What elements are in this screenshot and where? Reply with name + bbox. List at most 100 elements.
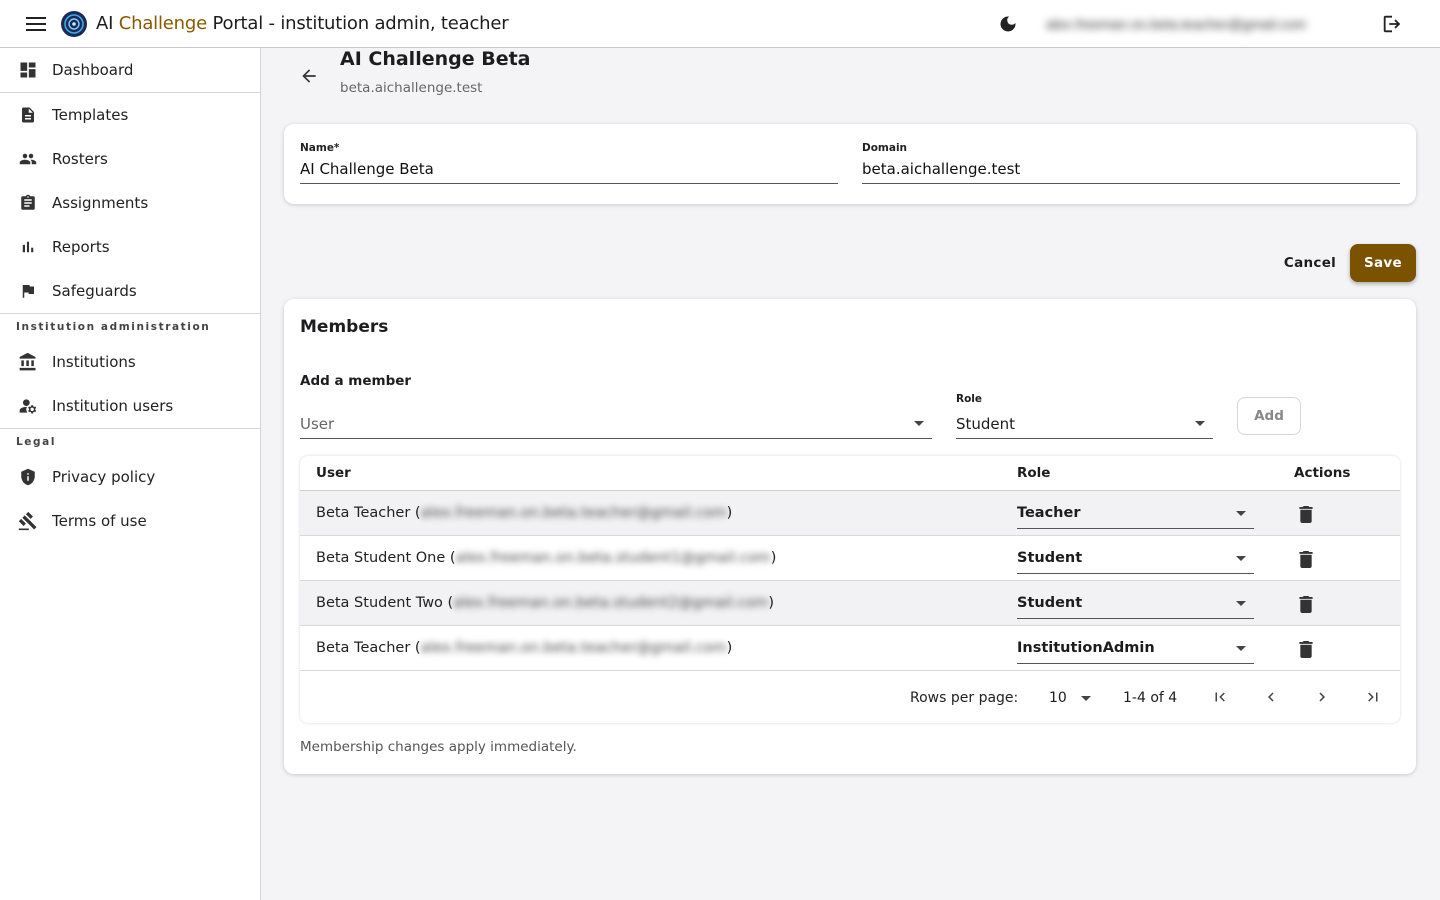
logout-icon[interactable] bbox=[1372, 4, 1412, 44]
member-user: Beta Student Two (alex.freeman.on.beta.s… bbox=[316, 595, 775, 611]
table-row: Beta Teacher (alex.freeman.on.beta.teach… bbox=[300, 491, 1400, 536]
role-select-label: Role bbox=[956, 393, 983, 405]
dashboard-icon bbox=[17, 59, 39, 81]
table-row: Beta Student One (alex.freeman.on.beta.s… bbox=[300, 536, 1400, 581]
column-header-user: User bbox=[316, 465, 351, 481]
clipboard-icon bbox=[17, 192, 39, 214]
next-page-icon[interactable] bbox=[1307, 682, 1337, 712]
sidebar-item-templates[interactable]: Templates bbox=[0, 93, 260, 137]
sidebar-item-assignments[interactable]: Assignments bbox=[0, 181, 260, 225]
sidebar-item-label: Dashboard bbox=[52, 61, 134, 79]
table-pagination: Rows per page: 10 1-4 of 4 bbox=[300, 672, 1400, 723]
sidebar-item-institutions[interactable]: Institutions bbox=[0, 340, 260, 384]
member-name: Beta Teacher bbox=[316, 505, 411, 521]
rows-per-page-label: Rows per page: bbox=[910, 689, 1019, 706]
user-select[interactable]: User bbox=[300, 409, 932, 439]
column-header-role: Role bbox=[1017, 465, 1051, 481]
domain-field-input[interactable]: beta.aichallenge.test bbox=[862, 158, 1400, 184]
caret-down-icon bbox=[1236, 511, 1246, 516]
membership-footnote: Membership changes apply immediately. bbox=[300, 739, 577, 755]
section-heading-admin: Institution administration bbox=[16, 321, 211, 333]
table-header: User Role Actions bbox=[300, 456, 1400, 491]
rows-per-page-select[interactable]: 10 bbox=[1049, 684, 1095, 712]
sidebar-item-label: Assignments bbox=[52, 194, 149, 212]
member-role-select[interactable]: InstitutionAdmin bbox=[1017, 633, 1254, 664]
members-card: Members Add a member User Role Student A… bbox=[284, 299, 1416, 774]
section-heading-legal: Legal bbox=[16, 436, 57, 448]
member-role-select[interactable]: Teacher bbox=[1017, 498, 1254, 529]
previous-page-icon[interactable] bbox=[1256, 682, 1286, 712]
caret-down-icon bbox=[1236, 601, 1246, 606]
member-role-select[interactable]: Student bbox=[1017, 543, 1254, 574]
caret-down-icon bbox=[1236, 556, 1246, 561]
shield-icon bbox=[17, 466, 39, 488]
logo-icon bbox=[60, 10, 88, 38]
app-title-accent: Challenge bbox=[118, 13, 207, 34]
sidebar-item-dashboard[interactable]: Dashboard bbox=[0, 48, 260, 92]
bank-icon bbox=[17, 351, 39, 373]
last-page-icon[interactable] bbox=[1358, 682, 1388, 712]
sidebar-item-rosters[interactable]: Rosters bbox=[0, 137, 260, 181]
sidebar: Dashboard Templates Rosters Assignments … bbox=[0, 48, 261, 900]
member-email: alex.freeman.on.beta.teacher@gmail.com bbox=[420, 505, 727, 521]
user-select-placeholder: User bbox=[300, 414, 335, 433]
member-email: alex.freeman.on.beta.student2@gmail.com bbox=[453, 595, 769, 611]
user-email: alex.freeman.on.beta.teacher@gmail.com bbox=[1046, 16, 1307, 32]
delete-icon[interactable] bbox=[1295, 548, 1317, 570]
first-page-icon[interactable] bbox=[1205, 682, 1235, 712]
page-title: AI Challenge Beta bbox=[340, 48, 531, 70]
role-select-value: Student bbox=[956, 414, 1016, 433]
document-icon bbox=[17, 104, 39, 126]
people-icon bbox=[17, 148, 39, 170]
user-settings-icon bbox=[17, 395, 39, 417]
name-field-input[interactable]: AI Challenge Beta bbox=[300, 158, 838, 184]
institution-form-card: Name* AI Challenge Beta Domain beta.aich… bbox=[284, 124, 1416, 204]
delete-icon[interactable] bbox=[1295, 638, 1317, 660]
members-table: User Role Actions Beta Teacher (alex.fre… bbox=[300, 456, 1400, 723]
cancel-button[interactable]: Cancel bbox=[1277, 248, 1343, 278]
member-role-value: InstitutionAdmin bbox=[1017, 640, 1155, 656]
gavel-icon bbox=[17, 510, 39, 532]
domain-field-label: Domain bbox=[862, 142, 908, 154]
sidebar-item-label: Privacy policy bbox=[52, 468, 156, 486]
bar-chart-icon bbox=[17, 236, 39, 258]
sidebar-item-label: Rosters bbox=[52, 150, 108, 168]
member-name: Beta Student Two bbox=[316, 595, 443, 611]
app-title-prefix: AI bbox=[96, 13, 114, 34]
name-field[interactable]: Name* AI Challenge Beta bbox=[300, 142, 838, 184]
caret-down-icon bbox=[1195, 421, 1205, 426]
members-title: Members bbox=[300, 317, 389, 337]
add-member-button[interactable]: Add bbox=[1237, 397, 1301, 435]
sidebar-item-institution-users[interactable]: Institution users bbox=[0, 384, 260, 428]
member-role-select[interactable]: Student bbox=[1017, 588, 1254, 619]
add-member-title: Add a member bbox=[300, 373, 412, 389]
table-row: Beta Teacher (alex.freeman.on.beta.teach… bbox=[300, 626, 1400, 671]
pagination-range: 1-4 of 4 bbox=[1123, 689, 1178, 706]
app-title-rest: Portal - institution admin, teacher bbox=[212, 13, 509, 34]
sidebar-item-safeguards[interactable]: Safeguards bbox=[0, 269, 260, 313]
save-button[interactable]: Save bbox=[1350, 244, 1416, 282]
menu-icon[interactable] bbox=[12, 0, 60, 48]
sidebar-item-label: Institution users bbox=[52, 397, 174, 415]
role-select[interactable]: Student bbox=[956, 409, 1213, 439]
member-email: alex.freeman.on.beta.student1@gmail.com bbox=[455, 550, 771, 566]
column-header-actions: Actions bbox=[1294, 465, 1351, 481]
delete-icon[interactable] bbox=[1295, 593, 1317, 615]
sidebar-item-terms-of-use[interactable]: Terms of use bbox=[0, 499, 260, 543]
dark-mode-icon[interactable] bbox=[988, 4, 1028, 44]
sidebar-item-label: Reports bbox=[52, 238, 110, 256]
app-title: AI Challenge Portal - institution admin,… bbox=[96, 13, 509, 34]
name-field-label: Name* bbox=[300, 142, 340, 154]
sidebar-item-reports[interactable]: Reports bbox=[0, 225, 260, 269]
member-name: Beta Student One bbox=[316, 550, 446, 566]
caret-down-icon bbox=[1236, 646, 1246, 651]
rows-per-page-value: 10 bbox=[1049, 689, 1067, 706]
sidebar-item-privacy-policy[interactable]: Privacy policy bbox=[0, 455, 260, 499]
back-arrow-icon[interactable] bbox=[293, 60, 325, 92]
delete-icon[interactable] bbox=[1295, 503, 1317, 525]
page-subtitle: beta.aichallenge.test bbox=[340, 80, 483, 96]
member-user: Beta Teacher (alex.freeman.on.beta.teach… bbox=[316, 505, 733, 521]
sidebar-item-label: Safeguards bbox=[52, 282, 137, 300]
member-email: alex.freeman.on.beta.teacher@gmail.com bbox=[420, 640, 727, 656]
domain-field[interactable]: Domain beta.aichallenge.test bbox=[862, 142, 1400, 184]
